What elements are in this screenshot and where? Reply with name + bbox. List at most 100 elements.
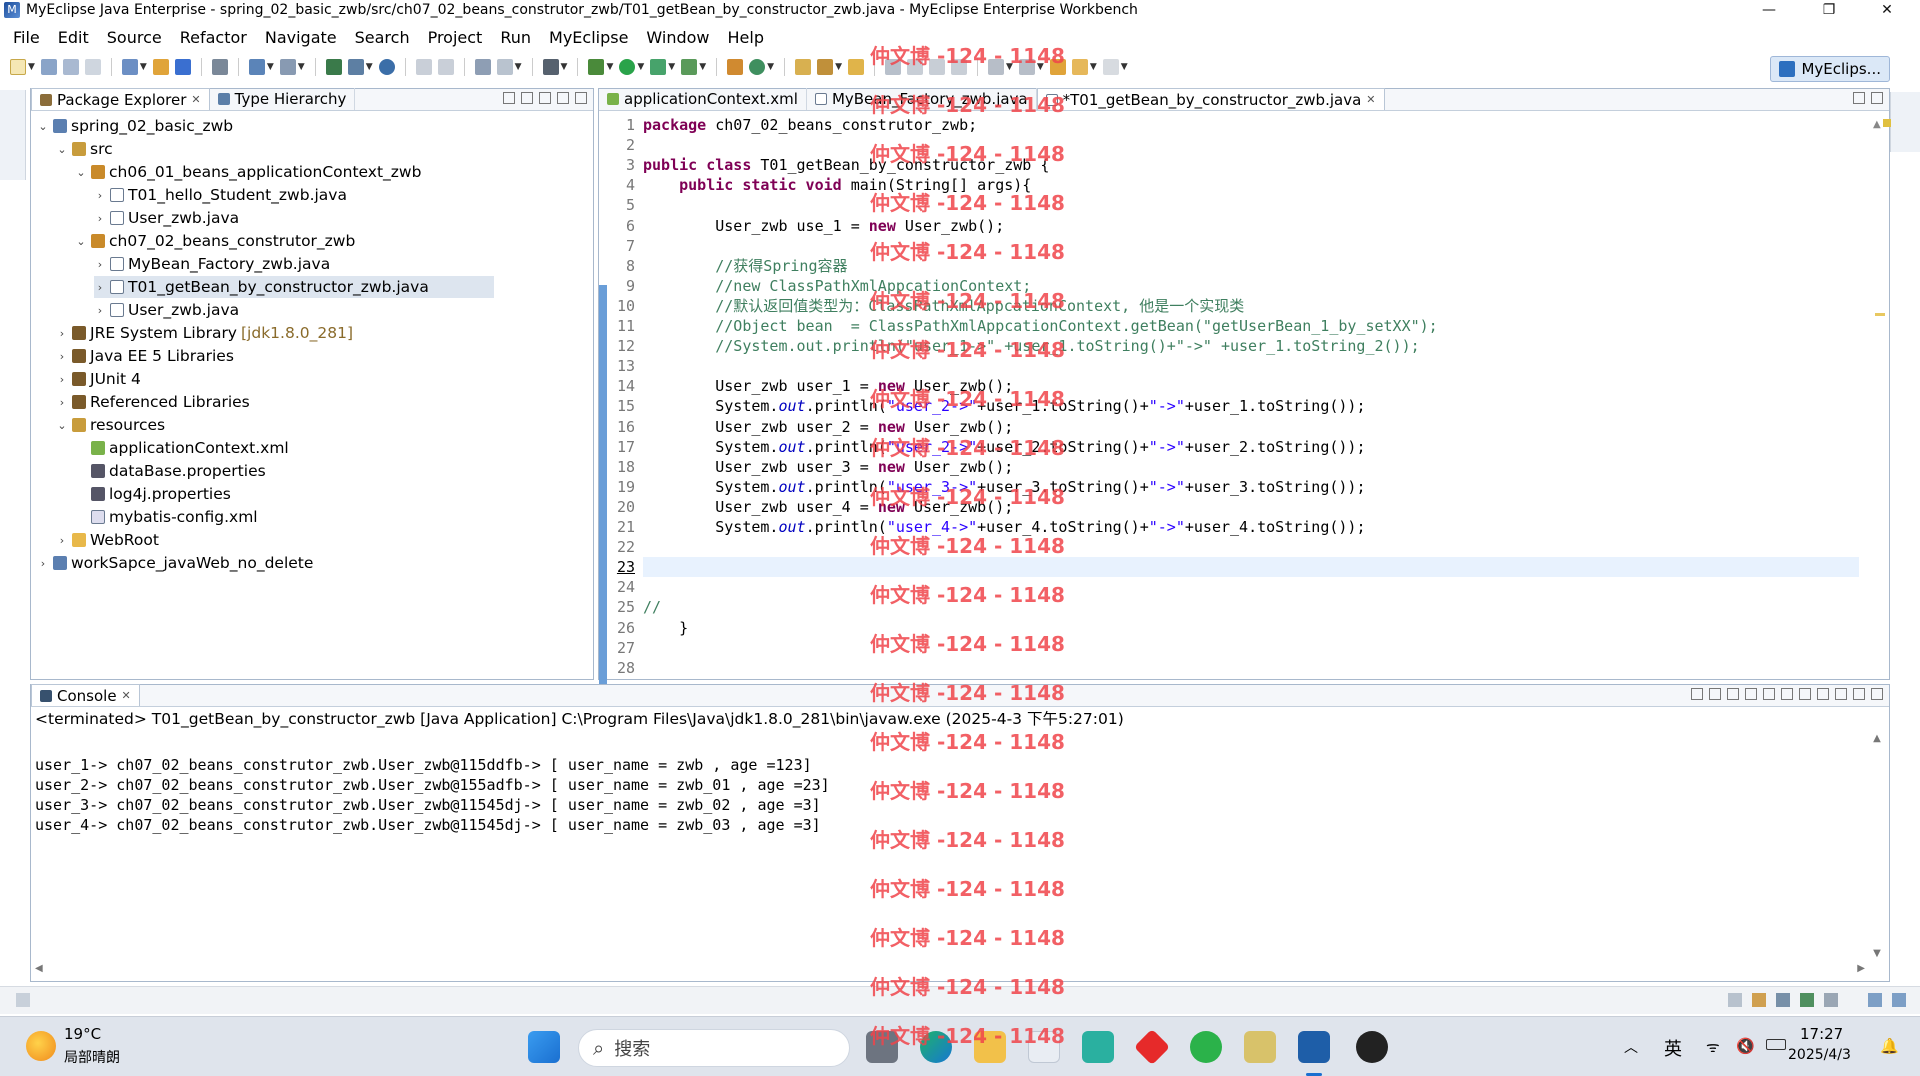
toggle-block-icon[interactable] (906, 59, 923, 75)
prev-annotation-icon[interactable] (1018, 59, 1035, 75)
tree-item[interactable]: ⌄ ch07_02_beans_construtor_zwb (75, 230, 355, 252)
tab-type-hierarchy[interactable]: Type Hierarchy (210, 88, 356, 110)
expand-toggle-icon[interactable]: › (94, 258, 106, 271)
tree-item[interactable]: dataBase.properties (75, 460, 266, 482)
myeclipse-taskbar-icon[interactable] (1298, 1031, 1330, 1063)
menu-window[interactable]: Window (637, 28, 718, 47)
fast-view-icon[interactable] (16, 993, 30, 1007)
task-view-icon[interactable] (866, 1031, 898, 1063)
link-editor-icon[interactable] (521, 92, 533, 104)
code-line[interactable]: } (643, 618, 688, 638)
expand-toggle-icon[interactable]: ⌄ (56, 143, 68, 156)
tasks-icon[interactable] (1776, 993, 1790, 1007)
clear-console-icon[interactable] (1745, 688, 1757, 700)
menu-project[interactable]: Project (419, 28, 492, 47)
expand-toggle-icon[interactable]: › (94, 281, 106, 294)
pen-icon[interactable] (817, 59, 834, 75)
minimize-button[interactable]: — (1746, 0, 1792, 20)
nav-back-icon[interactable] (1071, 59, 1088, 75)
open-console-icon[interactable] (1835, 688, 1847, 700)
tree-item[interactable]: ⌄ spring_02_basic_zwb (37, 115, 233, 137)
expand-toggle-icon[interactable]: › (56, 350, 68, 363)
tree-item[interactable]: applicationContext.xml (75, 437, 289, 459)
code-line[interactable]: User_zwb user_3 = new User_zwb(); (643, 457, 1013, 477)
expand-toggle-icon[interactable]: ⌄ (75, 166, 87, 179)
expand-toggle-icon[interactable]: ⌄ (56, 419, 68, 432)
code-line[interactable]: User_zwb use_1 = new User_zwb(); (643, 216, 1004, 236)
volume-muted-icon[interactable]: 🔇 (1736, 1037, 1755, 1055)
notepad-icon[interactable] (1244, 1031, 1276, 1063)
code-line[interactable]: //new ClassPathXmlAppcationContext; (643, 276, 1031, 296)
open-folder-icon[interactable] (795, 59, 812, 75)
coverage-icon[interactable] (650, 59, 667, 75)
weather-desc[interactable]: 局部晴朗 (64, 1047, 120, 1067)
maximize-editor-icon[interactable] (1871, 92, 1883, 104)
overview-ruler[interactable]: ▲ (1869, 113, 1891, 679)
save-all-icon[interactable] (62, 59, 79, 75)
code-line[interactable]: User_zwb user_4 = new User_zwb(); (643, 497, 1013, 517)
occurrence-marker[interactable] (1875, 313, 1885, 316)
trim-maximize-icon[interactable] (1892, 993, 1906, 1007)
terminate-icon[interactable] (1691, 688, 1703, 700)
class-icon[interactable] (174, 59, 191, 75)
run-icon[interactable] (619, 59, 636, 75)
code-line[interactable]: System.out.println("user_2->"+user_2.toS… (643, 437, 1365, 457)
print-icon[interactable] (84, 59, 101, 75)
tree-item[interactable]: ⌄ ch06_01_beans_applicationContext_zwb (75, 161, 421, 183)
clock-date[interactable]: 2025/4/3 (1788, 1047, 1851, 1063)
expand-toggle-icon[interactable]: › (56, 327, 68, 340)
tree-item[interactable]: › JUnit 4 (56, 368, 141, 390)
collapse-all-icon[interactable] (503, 92, 515, 104)
taskbar-search[interactable]: ⌕ 搜索 (578, 1029, 850, 1067)
perspective-switcher[interactable]: MyEclips... (1770, 56, 1890, 82)
expand-toggle-icon[interactable]: › (56, 396, 68, 409)
new-wizard-icon[interactable] (121, 59, 138, 75)
notifications-icon[interactable] (1824, 993, 1838, 1007)
clock-time[interactable]: 17:27 (1800, 1025, 1843, 1043)
forward-icon[interactable] (437, 59, 454, 75)
expand-toggle-icon[interactable]: › (94, 212, 106, 225)
back-icon[interactable] (415, 59, 432, 75)
minimize-view-icon[interactable] (557, 92, 569, 104)
remove-all-icon[interactable] (1727, 688, 1739, 700)
debug-icon[interactable] (588, 59, 605, 75)
menu-source[interactable]: Source (98, 28, 171, 47)
app-grid-icon[interactable] (1082, 1031, 1114, 1063)
expand-toggle-icon[interactable]: › (56, 373, 68, 386)
trim-restore-icon[interactable] (1868, 993, 1882, 1007)
tree-item[interactable]: › User_zwb.java (94, 207, 239, 229)
close-icon[interactable]: ✕ (1366, 93, 1375, 106)
menu-navigate[interactable]: Navigate (256, 28, 346, 47)
menu-myeclipse[interactable]: MyEclipse (540, 28, 637, 47)
menu-refactor[interactable]: Refactor (171, 28, 256, 47)
code-text-area[interactable]: package ch07_02_beans_construtor_zwb; pub… (643, 113, 1859, 679)
code-line[interactable]: System.out.println("user_4->"+user_4.toS… (643, 517, 1365, 537)
minimize-view-icon[interactable] (1853, 688, 1865, 700)
code-line[interactable]: User_zwb user_2 = new User_zwb(); (643, 417, 1013, 437)
editor-tab[interactable]: MyBean_Factory_zwb.java (807, 88, 1037, 110)
tree-item[interactable]: › Referenced Libraries (56, 391, 250, 413)
qq-icon[interactable] (1356, 1031, 1388, 1063)
close-icon[interactable]: ✕ (191, 93, 200, 106)
notification-bell-icon[interactable]: 🔔 (1880, 1037, 1899, 1055)
close-icon[interactable]: ✕ (122, 689, 131, 702)
ime-indicator[interactable]: 英 (1664, 1035, 1682, 1061)
code-line[interactable]: // (643, 597, 661, 617)
console-vertical-scrollbar[interactable]: ▲ ▼ (1869, 731, 1885, 961)
tab-console[interactable]: Console ✕ (31, 684, 140, 706)
tools-icon[interactable] (496, 59, 513, 75)
code-line[interactable]: //默认返回值类型为：ClassPathXmlAppcationContext,… (643, 296, 1244, 316)
tree-item[interactable]: › JRE System Library [jdk1.8.0_281] (56, 322, 353, 344)
code-line[interactable]: //获得Spring容器 (643, 256, 847, 276)
nav-forward-icon[interactable] (1102, 59, 1119, 75)
start-icon[interactable] (528, 1031, 560, 1063)
maximize-button[interactable]: ❐ (1806, 0, 1852, 20)
menu-search[interactable]: Search (346, 28, 419, 47)
tree-item[interactable]: › workSapce_javaWeb_no_delete (37, 552, 314, 574)
code-line[interactable]: System.out.println("user_2->"+user_1.toS… (643, 396, 1365, 416)
expand-toggle-icon[interactable]: ⌄ (37, 120, 49, 133)
weather-icon[interactable] (26, 1031, 56, 1061)
spring-icon[interactable] (727, 59, 744, 75)
edge-browser-icon[interactable] (920, 1031, 952, 1063)
tree-item[interactable]: log4j.properties (75, 483, 231, 505)
